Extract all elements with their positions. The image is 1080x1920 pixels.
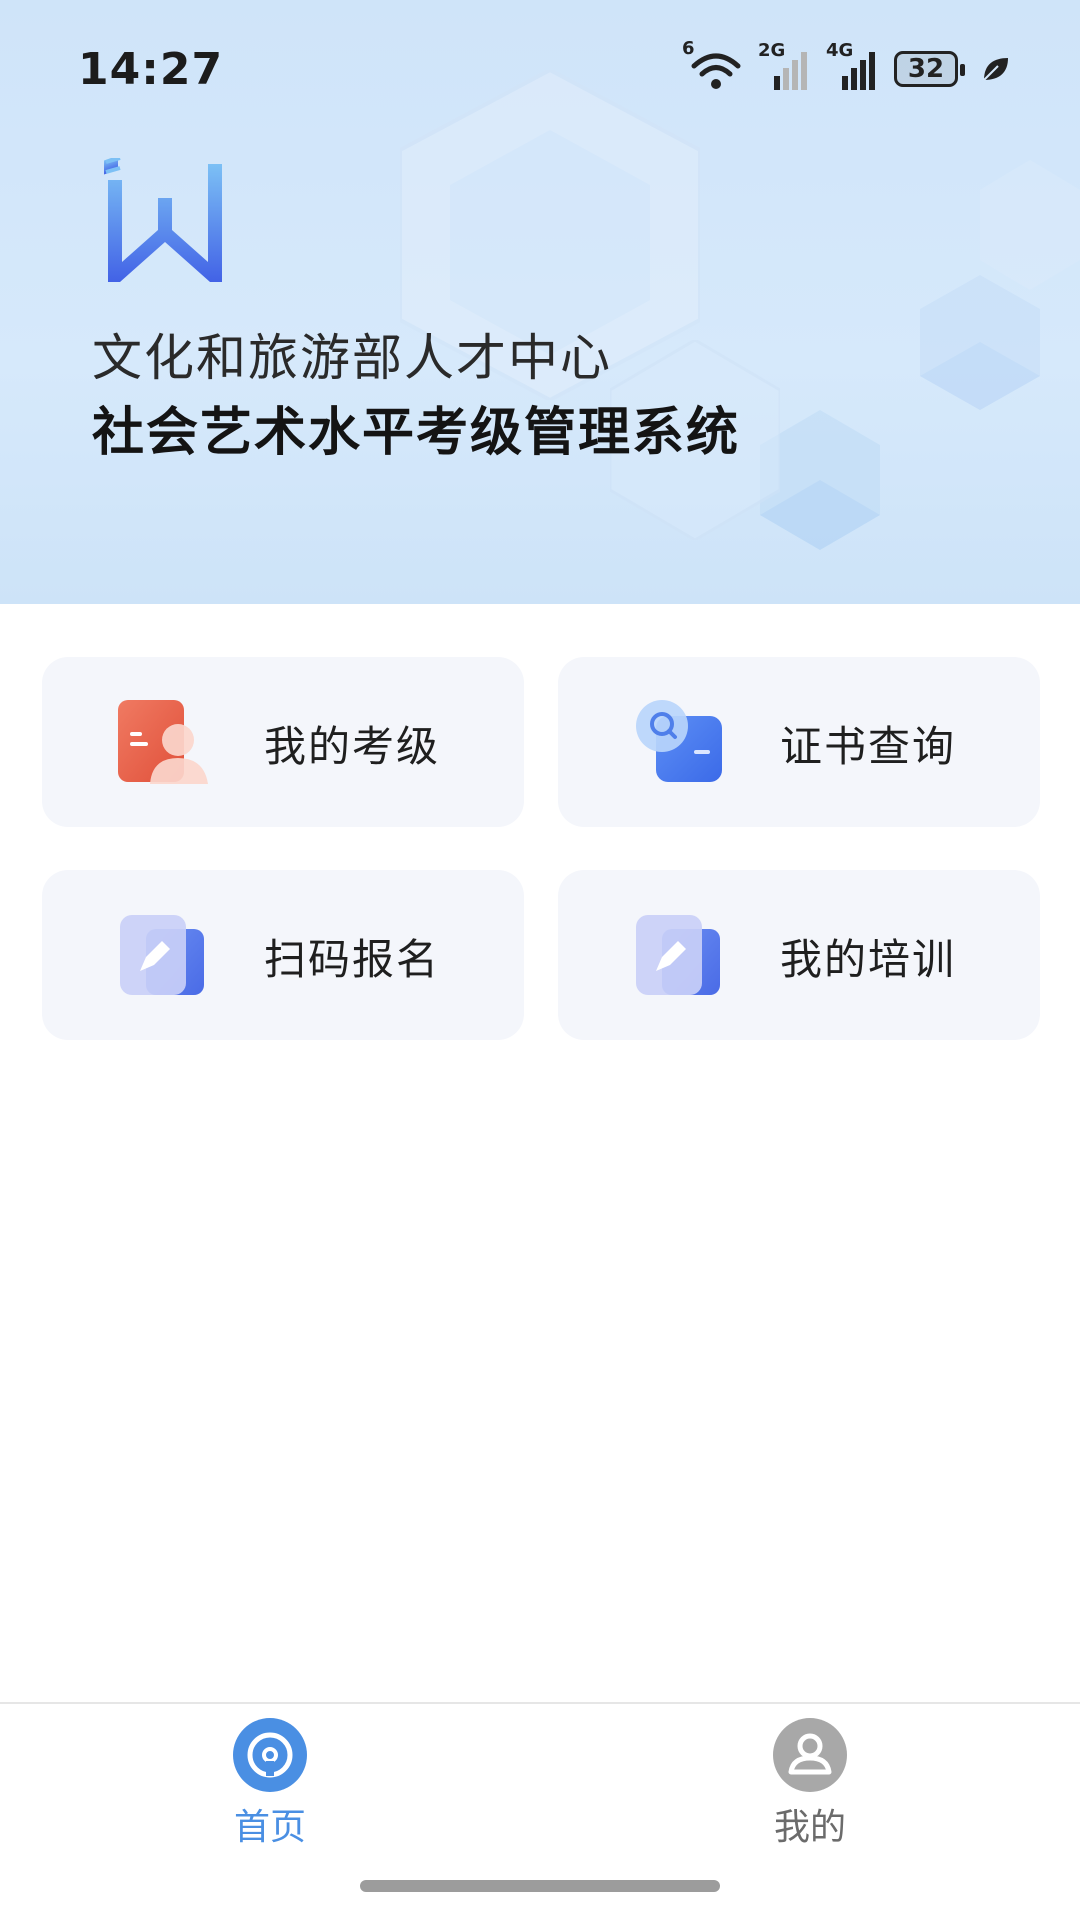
scan-register-icon	[120, 915, 204, 995]
nav-home-label: 首页	[233, 1807, 306, 1848]
my-exam-card[interactable]: 我的考级	[42, 657, 524, 827]
signal-sim2-icon: 4G	[826, 40, 880, 92]
scan-register-label: 扫码报名	[264, 935, 441, 984]
my-training-label: 我的培训	[780, 935, 957, 984]
certificate-search-icon	[636, 700, 722, 782]
exam-profile-icon	[118, 700, 208, 784]
scan-register-card[interactable]: 扫码报名	[42, 870, 524, 1040]
training-icon	[636, 915, 720, 995]
my-exam-label: 我的考级	[264, 722, 441, 771]
org-name: 文化和旅游部人才中心	[92, 329, 612, 387]
nav-mine-label: 我的	[773, 1807, 846, 1848]
my-training-card[interactable]: 我的培训	[558, 870, 1040, 1040]
certificate-search-label: 证书查询	[780, 722, 957, 771]
status-bar: 14:27 6 2G 4G 32	[0, 0, 1080, 140]
signal-sim1-icon: 2G	[758, 40, 812, 92]
leaf-icon	[980, 54, 1010, 84]
wifi-icon: 6	[682, 38, 744, 92]
nav-mine[interactable]: 我的	[710, 1718, 910, 1848]
status-icons: 6 2G 4G 32	[682, 38, 1010, 92]
hexagon-decoration	[920, 275, 1040, 410]
hexagon-decoration	[980, 160, 1080, 290]
battery-icon: 32	[894, 51, 965, 87]
home-icon	[233, 1718, 307, 1792]
header-banner: 14:27 6 2G 4G 32 文化和旅游部人才中心 社会艺术水平考级管理系统	[0, 0, 1080, 604]
wifi-badge: 6	[682, 38, 695, 59]
certificate-search-card[interactable]: 证书查询	[558, 657, 1040, 827]
system-name: 社会艺术水平考级管理系统	[92, 402, 741, 463]
logo-icon	[104, 158, 222, 282]
profile-icon	[773, 1718, 847, 1792]
status-time: 14:27	[78, 44, 224, 95]
home-indicator[interactable]	[360, 1880, 720, 1892]
nav-home[interactable]: 首页	[170, 1718, 370, 1848]
